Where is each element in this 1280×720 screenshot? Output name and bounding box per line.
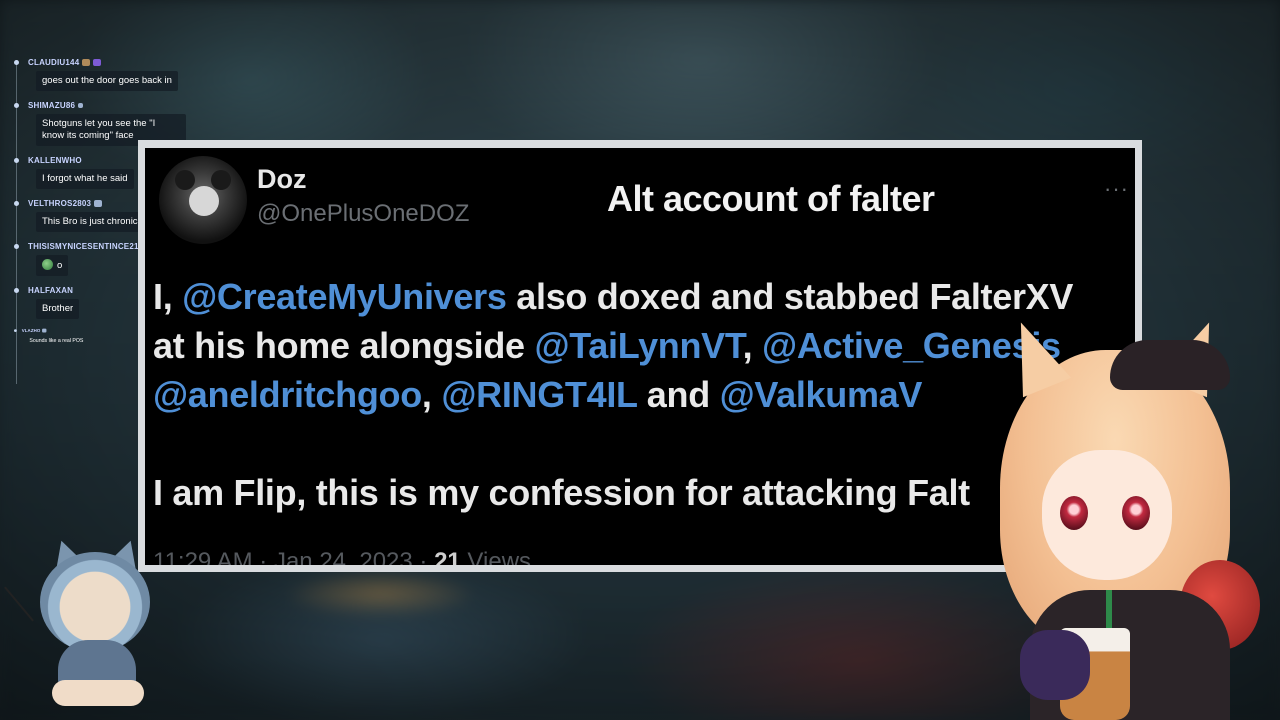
author-name: Doz — [257, 164, 307, 194]
tweet-text: , — [421, 374, 442, 415]
user-badge-icon — [94, 199, 103, 207]
chat-username: VLAZHO — [22, 327, 124, 334]
tweet-text: and — [637, 374, 720, 415]
chat-bullet-icon — [14, 60, 19, 65]
chat-bullet-icon — [14, 103, 19, 108]
user-badge-icon — [82, 58, 91, 66]
tweet-text: , — [742, 325, 763, 366]
tweet-body-line: I am Flip, this is my confession for att… — [153, 472, 970, 513]
chat-message: VLAZHO Sounds like a real POS — [14, 327, 124, 346]
chat-username-text: VLAZHO — [21, 327, 41, 333]
avatar-ear — [211, 170, 231, 190]
avatar-eye — [1060, 496, 1088, 530]
user-badge-icon — [78, 102, 84, 108]
user-badge-icon — [42, 328, 47, 333]
chat-username-text: KALLENWHO — [28, 155, 82, 165]
tweet-body-line: I, @CreateMyUnivers also doxed and stabb… — [153, 276, 1073, 318]
tweet-text: also doxed and stabbed FalterXV — [506, 276, 1074, 317]
tweet-timestamp: 11:29 AM · Jan 24, 2023 · 21 Views — [153, 548, 532, 572]
vtuber-avatar — [960, 312, 1280, 720]
avatar-eye — [1122, 496, 1150, 530]
chat-username-text: THISISMYNICESENTINCE2121 — [28, 241, 148, 251]
cat-feet — [52, 680, 144, 706]
chat-username-text: HALFAXAN — [28, 285, 74, 295]
chat-bullet-icon — [14, 288, 19, 293]
tweet-views-label: Views — [460, 548, 532, 572]
author-avatar — [159, 156, 247, 244]
chat-message-text: Brother — [36, 299, 80, 319]
chat-message-bubble: o — [36, 255, 69, 276]
chat-message-text: Sounds like a real POS — [29, 337, 84, 344]
tweet-mention: @CreateMyUnivers — [182, 276, 507, 317]
chat-bullet-icon — [14, 329, 17, 332]
avatar-hat — [1110, 340, 1230, 390]
chat-message-text: o — [57, 260, 63, 271]
avatar-face — [189, 186, 219, 216]
chat-username: SHIMAZU86 — [28, 99, 214, 111]
chat-bullet-icon — [14, 201, 19, 206]
chat-bullet-icon — [14, 158, 19, 163]
chat-username-text: SHIMAZU86 — [28, 100, 76, 110]
tweet-body-line: @aneldritchgoo, @RINGT4IL and @ValkumaV — [153, 374, 922, 416]
tweet-views-count: 21 — [434, 548, 461, 572]
author-handle: @OnePlusOneDOZ — [257, 200, 470, 227]
chat-username-text: CLAUDIU144 — [28, 57, 80, 67]
overlay-caption: Alt account of falter — [607, 178, 935, 219]
tweet-mention: @ValkumaV — [719, 374, 923, 415]
avatar-face — [1042, 450, 1172, 580]
chat-bullet-icon — [14, 244, 19, 249]
tweet-text: I, — [153, 276, 183, 317]
cat-mascot-avatar — [4, 532, 170, 712]
chat-username: CLAUDIU144 — [28, 56, 214, 68]
user-badge-icon — [93, 58, 102, 66]
tweet-mention: @TaiLynnVT — [534, 325, 743, 366]
chat-message: SHIMAZU86 Shotguns let you see the "I kn… — [14, 99, 214, 146]
chat-message-text: I forgot what he said — [36, 169, 134, 189]
more-icon: ··· — [1104, 176, 1129, 201]
cat-head — [40, 552, 150, 652]
tweet-mention: @RINGT4IL — [441, 374, 638, 415]
tweet-mention: @aneldritchgoo — [153, 374, 422, 415]
emote-icon — [42, 259, 53, 270]
tweet-date: 11:29 AM · Jan 24, 2023 · — [153, 548, 435, 572]
avatar-ear — [175, 170, 195, 190]
avatar-hand — [1020, 630, 1090, 700]
chat-message: CLAUDIU144 goes out the door goes back i… — [14, 56, 214, 91]
tweet-body-line: at his home alongside @TaiLynnVT, @Activ… — [153, 325, 1061, 367]
chat-message-text: goes out the door goes back in — [36, 71, 178, 91]
chat-username-text: VELTHROS2803 — [28, 198, 92, 208]
tweet-text: at his home alongside — [153, 325, 535, 366]
